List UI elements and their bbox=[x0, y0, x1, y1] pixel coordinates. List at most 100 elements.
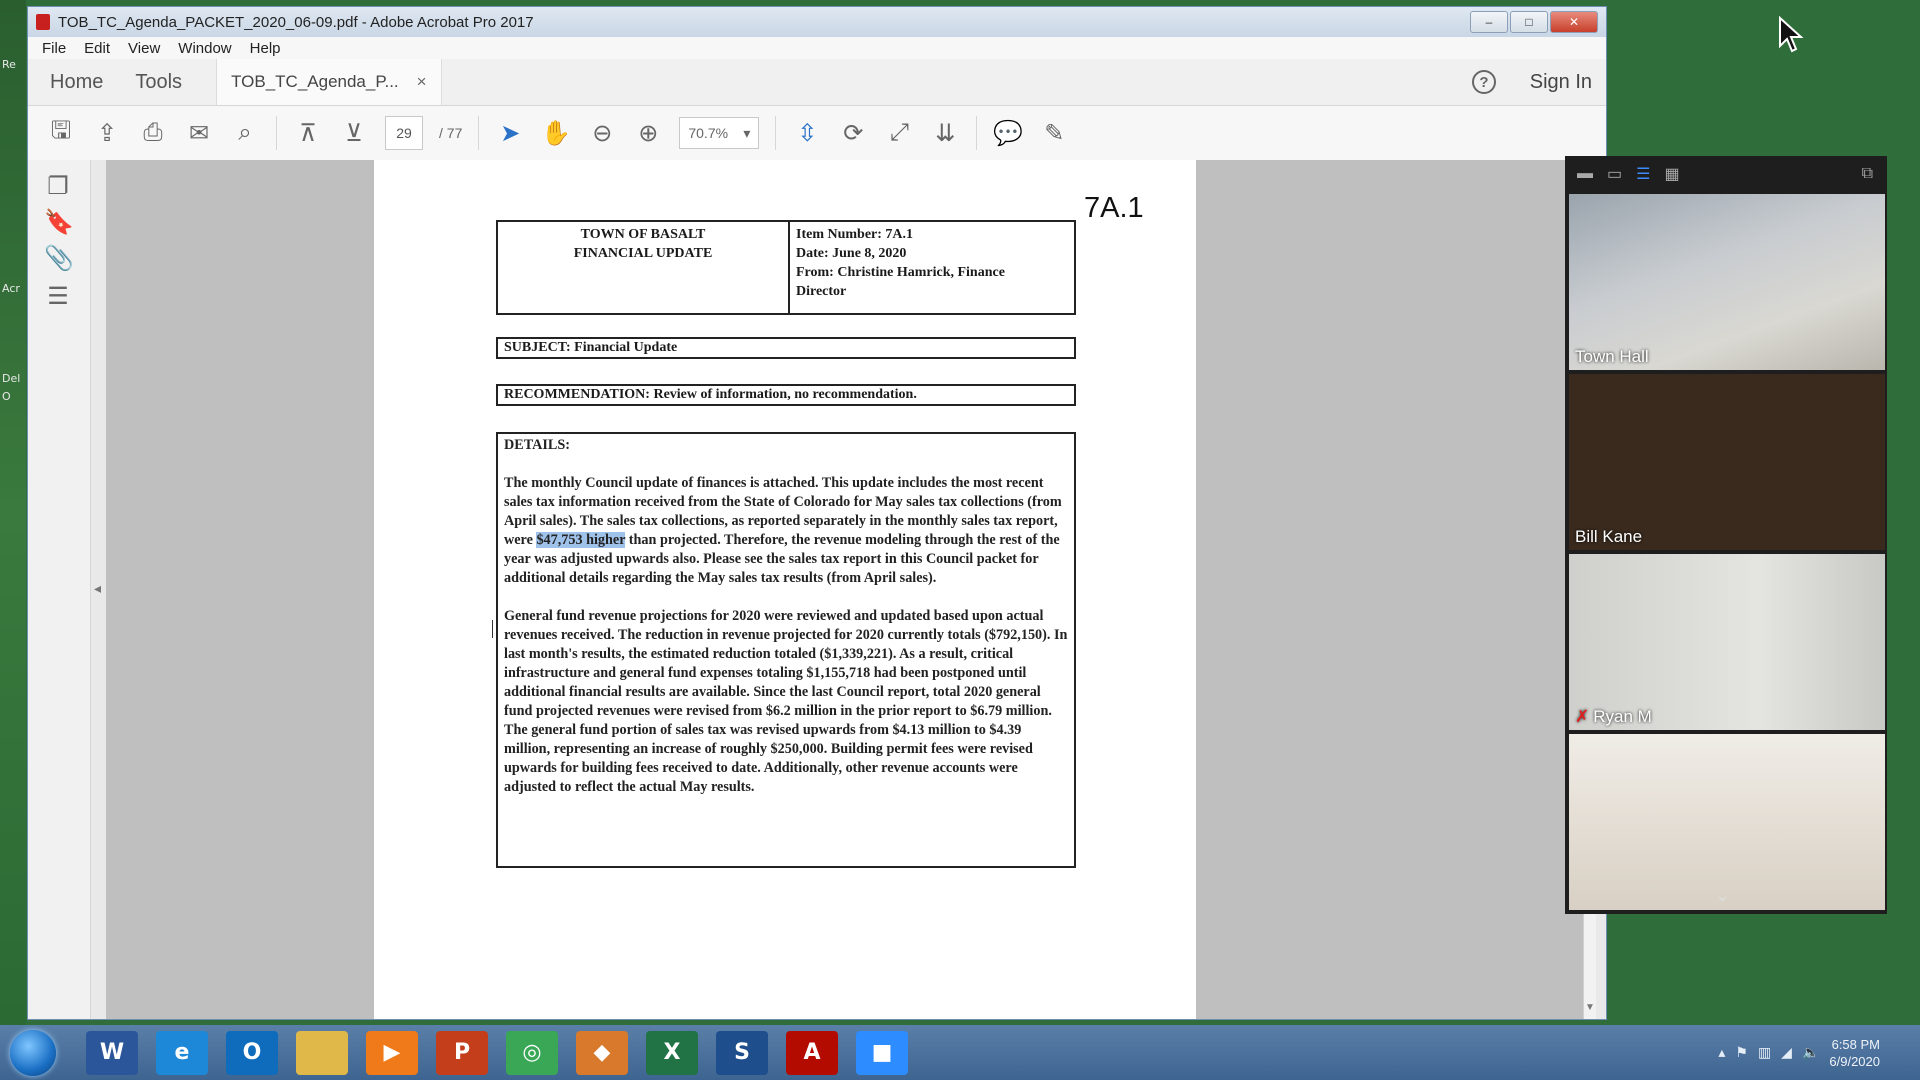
save-icon[interactable]: 🖫 bbox=[46, 117, 76, 148]
zoom-out-icon[interactable]: ⊖ bbox=[587, 118, 617, 148]
start-button[interactable] bbox=[10, 1029, 56, 1076]
media-player-icon[interactable]: ▶ bbox=[366, 1030, 418, 1075]
show-hidden-icons-icon[interactable]: ▴ bbox=[1718, 1044, 1725, 1061]
close-button[interactable]: ✕ bbox=[1550, 11, 1598, 33]
window-title: TOB_TC_Agenda_PACKET_2020_06-09.pdf - Ad… bbox=[58, 13, 534, 31]
page-total: / 77 bbox=[439, 125, 463, 141]
layers-icon[interactable]: ☰ bbox=[44, 282, 72, 310]
thumbnail-view-icon[interactable]: ▭ bbox=[1607, 164, 1622, 184]
outlook-icon[interactable]: O bbox=[226, 1030, 278, 1075]
excel-icon[interactable]: X bbox=[646, 1030, 698, 1075]
item-number: Item Number: 7A.1 bbox=[796, 227, 914, 242]
next-page-icon[interactable]: ⊻ bbox=[339, 118, 369, 148]
tab-document[interactable]: TOB_TC_Agenda_P... × bbox=[216, 59, 442, 105]
chrome-icon[interactable]: ◎ bbox=[506, 1030, 558, 1075]
rotate-page-icon[interactable]: ⟳ bbox=[838, 118, 868, 148]
word-icon[interactable]: W bbox=[86, 1030, 138, 1075]
menu-file[interactable]: File bbox=[42, 40, 66, 57]
zoom-level-select[interactable]: 70.7% ▾ bbox=[679, 117, 760, 149]
comment-icon[interactable]: 💬 bbox=[993, 118, 1023, 148]
zoom-icon[interactable]: ■ bbox=[856, 1030, 908, 1075]
menu-help[interactable]: Help bbox=[250, 40, 281, 57]
toolbar-divider bbox=[976, 116, 978, 150]
subject-box: SUBJECT: Financial Update bbox=[496, 337, 1076, 359]
expand-panel-icon[interactable]: ◂ bbox=[94, 580, 101, 597]
participant-tile[interactable]: Bill Kane bbox=[1569, 374, 1885, 550]
acrobat-icon[interactable]: A bbox=[786, 1030, 838, 1075]
ie-icon[interactable]: e bbox=[156, 1030, 208, 1075]
print-icon[interactable]: ⎙ bbox=[138, 118, 168, 148]
desktop-label: O bbox=[2, 390, 11, 403]
left-navigation-rail: ❐ 🔖 📎 ☰ bbox=[28, 160, 91, 1019]
header-org: TOWN OF BASALT FINANCIAL UPDATE bbox=[498, 222, 790, 313]
toolbar-divider bbox=[478, 116, 480, 150]
flag-icon[interactable]: ⚑ bbox=[1735, 1044, 1748, 1061]
scroll-mode-icon[interactable]: ⇊ bbox=[930, 118, 960, 148]
minimize-video-icon[interactable]: ▬ bbox=[1577, 165, 1593, 183]
previous-page-icon[interactable]: ⊼ bbox=[293, 118, 323, 148]
help-icon[interactable]: ? bbox=[1472, 70, 1496, 94]
gallery-view-icon[interactable]: ▦ bbox=[1664, 164, 1679, 184]
powerpoint-icon[interactable]: P bbox=[436, 1030, 488, 1075]
menu-edit[interactable]: Edit bbox=[84, 40, 110, 57]
report-title: FINANCIAL UPDATE bbox=[573, 246, 713, 261]
email-icon[interactable]: ✉ bbox=[184, 118, 214, 148]
video-layout-bar: ▬ ▭ ☰ ▦ ⧉ bbox=[1565, 156, 1887, 192]
clock-date: 6/9/2020 bbox=[1829, 1053, 1880, 1069]
participant-tile[interactable]: Town Hall bbox=[1569, 194, 1885, 370]
highlighted-text[interactable]: $47,753 higher bbox=[536, 532, 626, 548]
zoom-in-icon[interactable]: ⊕ bbox=[633, 118, 663, 148]
pdf-file-icon bbox=[36, 14, 50, 30]
item-date: Date: June 8, 2020 bbox=[796, 246, 907, 261]
org-name: TOWN OF BASALT bbox=[580, 227, 706, 242]
item-from-title: Director bbox=[796, 284, 847, 299]
acrobat-window: TOB_TC_Agenda_PACKET_2020_06-09.pdf - Ad… bbox=[27, 6, 1607, 1020]
sign-in-link[interactable]: Sign In bbox=[1530, 71, 1592, 94]
participant-tile[interactable] bbox=[1569, 734, 1885, 910]
participant-name-row: ✗ Ryan M bbox=[1575, 707, 1652, 727]
fit-page-icon[interactable]: ⇳ bbox=[792, 118, 822, 148]
document-viewport[interactable]: 7A.1 TOWN OF BASALT FINANCIAL UPDATE Ite… bbox=[106, 160, 1596, 1019]
highlight-pen-icon[interactable]: ✎ bbox=[1039, 118, 1069, 148]
clock-time: 6:58 PM bbox=[1831, 1036, 1880, 1052]
recommendation-box: RECOMMENDATION: Review of information, n… bbox=[496, 384, 1076, 406]
full-screen-icon[interactable]: ⤢ bbox=[884, 118, 914, 148]
minimize-button[interactable]: – bbox=[1470, 11, 1508, 33]
signal-icon[interactable]: ◢ bbox=[1781, 1044, 1792, 1061]
scroll-down-icon[interactable]: ▼ bbox=[1585, 1002, 1595, 1013]
attachment-icon[interactable]: 📎 bbox=[44, 244, 74, 272]
toolbar: 🖫 ⇪ ⎙ ✉ ⌕ ⊼ ⊻ 29 / 77 ➤ ✋ ⊖ ⊕ 70.7% ▾ ⇳ … bbox=[28, 106, 1606, 161]
select-cursor-icon[interactable]: ➤ bbox=[495, 118, 525, 148]
pinned-apps: We O ▶ P ◎ ◆ X S A ■ bbox=[86, 1030, 908, 1075]
search-icon[interactable]: ⌕ bbox=[230, 118, 260, 148]
clock[interactable]: 6:58 PM 6/9/2020 bbox=[1829, 1036, 1880, 1070]
bookmark-icon[interactable]: 🔖 bbox=[44, 208, 74, 236]
tab-home[interactable]: Home bbox=[50, 71, 103, 94]
toolbar-divider bbox=[775, 116, 777, 150]
exit-panel-icon[interactable]: ⧉ bbox=[1862, 165, 1873, 183]
close-tab-icon[interactable]: × bbox=[417, 72, 427, 92]
tab-tools[interactable]: Tools bbox=[135, 71, 182, 94]
page-thumbnails-icon[interactable]: ❐ bbox=[44, 172, 72, 200]
upload-icon[interactable]: ⇪ bbox=[92, 118, 122, 148]
chevron-down-icon[interactable]: ⌄ bbox=[1715, 885, 1730, 906]
strip-view-icon[interactable]: ☰ bbox=[1636, 164, 1650, 184]
participant-name: Town Hall bbox=[1575, 347, 1649, 366]
windows-taskbar: We O ▶ P ◎ ◆ X S A ■ ▴ ⚑ ▥ ◢ 🔈 6:58 PM 6/9/2020 bbox=[0, 1025, 1920, 1080]
s-app-icon[interactable]: S bbox=[716, 1030, 768, 1075]
volume-icon[interactable]: 🔈 bbox=[1802, 1044, 1819, 1061]
menu-window[interactable]: Window bbox=[178, 40, 231, 57]
participant-name: Bill Kane bbox=[1575, 527, 1643, 546]
pdf-page: 7A.1 TOWN OF BASALT FINANCIAL UPDATE Ite… bbox=[374, 160, 1196, 1019]
item-from: From: Christine Hamrick, Finance bbox=[796, 265, 1005, 280]
maximize-button[interactable]: □ bbox=[1510, 11, 1548, 33]
network-icon[interactable]: ▥ bbox=[1758, 1044, 1771, 1061]
participant-tile[interactable]: ✗ Ryan M bbox=[1569, 554, 1885, 730]
menu-view[interactable]: View bbox=[128, 40, 160, 57]
page-number-input[interactable]: 29 bbox=[385, 116, 423, 150]
details-box: DETAILS: The monthly Council update of f… bbox=[496, 432, 1076, 868]
folder-icon[interactable] bbox=[296, 1030, 348, 1075]
app-diamond-icon[interactable]: ◆ bbox=[576, 1030, 628, 1075]
tab-bar: Home Tools TOB_TC_Agenda_P... × ? Sign I… bbox=[28, 59, 1606, 106]
hand-tool-icon[interactable]: ✋ bbox=[541, 118, 571, 148]
